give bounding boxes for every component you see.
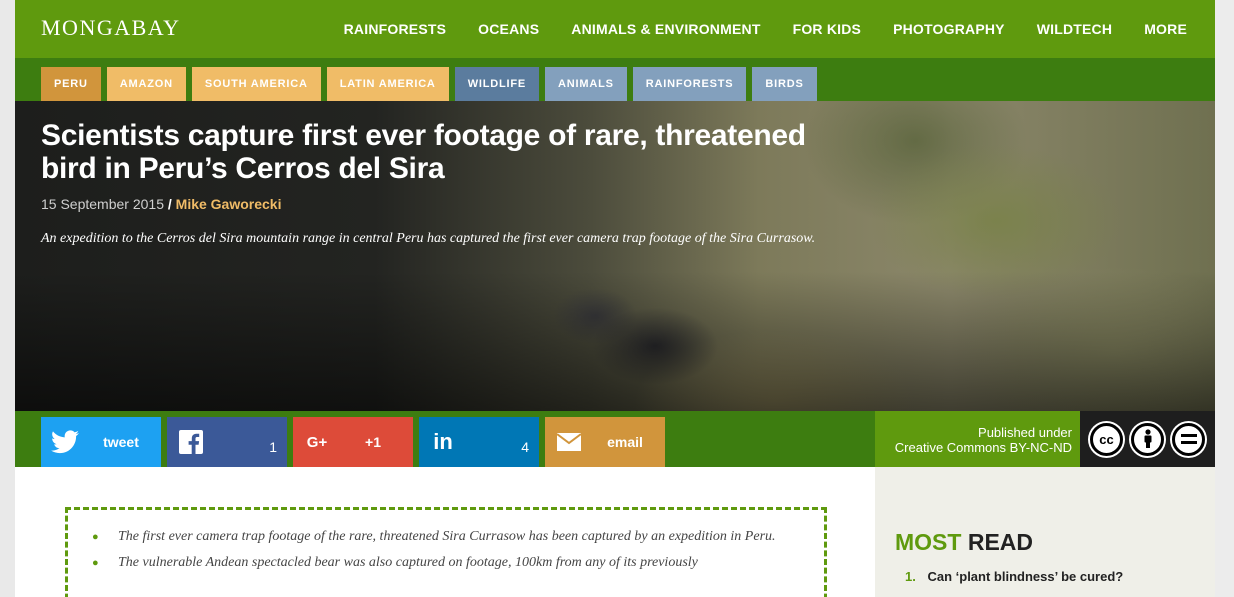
nav-photography[interactable]: PHOTOGRAPHY [893, 21, 1005, 37]
nav-wildtech[interactable]: WILDTECH [1037, 21, 1112, 37]
most-read-item[interactable]: 1. Can ‘plant blindness’ be cured? [905, 569, 1123, 584]
linkedin-share-button[interactable]: in 4 [419, 417, 539, 467]
page-frame: MONGABAY RAINFORESTS OCEANS ANIMALS & EN… [15, 0, 1215, 597]
hero-image: Scientists capture first ever footage of… [15, 101, 1215, 411]
most-read-heading-dark: READ [967, 529, 1034, 555]
article-meta: 15 September 2015 / Mike Gaworecki [41, 196, 281, 212]
sidebar: MOST READ 1. Can ‘plant blindness’ be cu… [875, 467, 1215, 597]
attribution-icon [1131, 422, 1164, 456]
article-dek: An expedition to the Cerros del Sira mou… [41, 231, 816, 246]
most-read-number: 1. [905, 569, 916, 584]
page-gutter [1215, 0, 1234, 597]
summary-bullet: The vulnerable Andean spectacled bear wa… [92, 550, 792, 576]
envelope-icon [555, 429, 583, 455]
nav-animals-environment[interactable]: ANIMALS & ENVIRONMENT [571, 21, 760, 37]
tag-birds[interactable]: BIRDS [752, 67, 817, 101]
no-derivatives-icon [1172, 422, 1205, 456]
article-author[interactable]: Mike Gaworecki [176, 196, 282, 212]
tag-peru[interactable]: PERU [41, 67, 101, 101]
license-notice[interactable]: Published under Creative Commons BY-NC-N… [875, 411, 1080, 467]
gplus-share-button[interactable]: G+ +1 [293, 417, 413, 467]
main-nav: RAINFORESTS OCEANS ANIMALS & ENVIRONMENT… [344, 21, 1187, 37]
share-bar: tweet 1 G+ +1 in 4 email [15, 411, 875, 467]
linkedin-icon: in [433, 429, 453, 454]
tag-bar: PERU AMAZON SOUTH AMERICA LATIN AMERICA … [15, 58, 1215, 101]
tag-latin-america[interactable]: LATIN AMERICA [326, 67, 449, 101]
most-read-title[interactable]: Can ‘plant blindness’ be cured? [927, 569, 1123, 584]
tag-rainforests[interactable]: RAINFORESTS [632, 67, 747, 101]
tag-amazon[interactable]: AMAZON [106, 67, 186, 101]
email-label: email [607, 434, 643, 450]
linkedin-count: 4 [521, 439, 529, 455]
nav-rainforests[interactable]: RAINFORESTS [344, 21, 447, 37]
site-header: MONGABAY RAINFORESTS OCEANS ANIMALS & EN… [15, 0, 1215, 58]
facebook-count: 1 [269, 439, 277, 455]
license-line-1: Published under [978, 425, 1072, 440]
nav-more[interactable]: MORE [1144, 21, 1187, 37]
most-read-heading-green: MOST [895, 529, 962, 555]
nav-for-kids[interactable]: FOR KIDS [793, 21, 862, 37]
tweet-button[interactable]: tweet [41, 417, 161, 467]
cc-icon: cc [1090, 422, 1123, 456]
most-read-heading: MOST READ [895, 529, 1033, 556]
summary-bullet: The first ever camera trap footage of th… [92, 524, 792, 550]
google-plus-icon: G+ [306, 433, 328, 451]
article-date: 15 September 2015 [41, 196, 164, 212]
article-summary-box: The first ever camera trap footage of th… [65, 507, 827, 597]
facebook-share-button[interactable]: 1 [167, 417, 287, 467]
tag-wildlife[interactable]: WILDLIFE [454, 67, 540, 101]
tag-south-america[interactable]: SOUTH AMERICA [191, 67, 321, 101]
license-line-2: Creative Commons BY-NC-ND [894, 440, 1072, 455]
meta-separator: / [167, 196, 172, 212]
cc-badges[interactable]: cc [1080, 411, 1215, 467]
site-logo[interactable]: MONGABAY [41, 15, 181, 41]
article-title: Scientists capture first ever footage of… [41, 119, 806, 185]
tag-animals[interactable]: ANIMALS [545, 67, 627, 101]
email-share-button[interactable]: email [545, 417, 665, 467]
nav-oceans[interactable]: OCEANS [478, 21, 539, 37]
twitter-icon [51, 429, 79, 455]
facebook-icon [177, 429, 205, 455]
tweet-label: tweet [103, 434, 139, 450]
gplus-label: +1 [365, 434, 381, 450]
